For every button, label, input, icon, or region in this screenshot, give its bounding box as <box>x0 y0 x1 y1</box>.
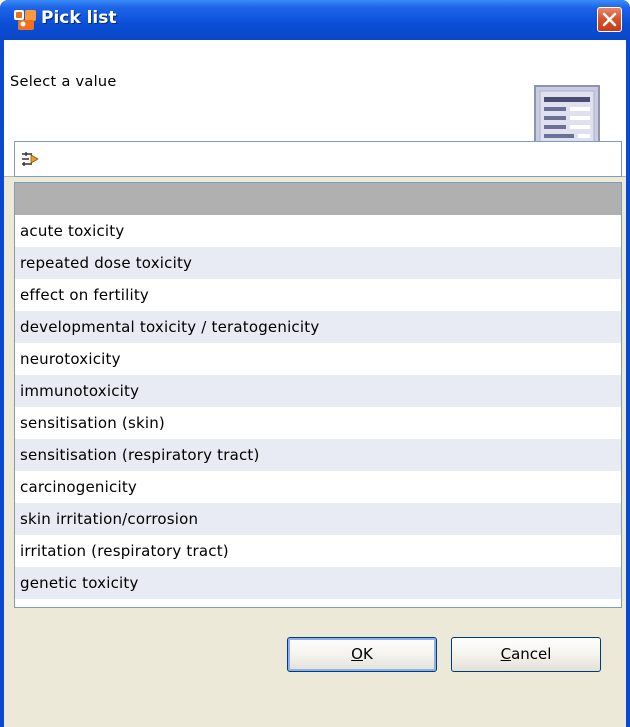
list-item[interactable]: effect on fertility <box>15 279 621 311</box>
pick-list-dialog: Pick list Select a value acute toxicity … <box>0 0 630 727</box>
ok-button[interactable]: OK <box>287 637 437 672</box>
ok-mnemonic: O <box>351 645 363 663</box>
list-item[interactable]: repeated dose toxicity <box>15 247 621 279</box>
close-icon <box>602 12 617 27</box>
list-item[interactable] <box>15 183 621 215</box>
list-item[interactable]: skin irritation/corrosion <box>15 503 621 535</box>
close-button[interactable] <box>597 7 622 32</box>
list-item[interactable]: immunotoxicity <box>15 375 621 407</box>
cancel-label: ancel <box>511 645 552 663</box>
list-item[interactable]: acute toxicity <box>15 215 621 247</box>
ok-label: K <box>362 645 373 663</box>
list-item[interactable]: genetic toxicity <box>15 567 621 599</box>
list-item[interactable]: irritation (respiratory tract) <box>15 535 621 567</box>
cancel-mnemonic: C <box>500 645 512 663</box>
title-bar[interactable]: Pick list <box>0 0 630 40</box>
window-title: Pick list <box>41 8 117 28</box>
header-prompt: Select a value <box>10 74 117 90</box>
list-item[interactable]: neurotoxicity <box>15 343 621 375</box>
list-item[interactable]: sensitisation (respiratory tract) <box>15 439 621 471</box>
list-item[interactable]: carcinogenicity <box>15 471 621 503</box>
value-list[interactable]: acute toxicity repeated dose toxicity effe… <box>14 182 622 608</box>
list-item[interactable]: sensitisation (skin) <box>15 407 621 439</box>
cancel-button[interactable]: Cancel <box>451 637 601 672</box>
filter-options-icon[interactable] <box>21 151 39 167</box>
list-item[interactable]: developmental toxicity / teratogenicity <box>15 311 621 343</box>
filter-bar[interactable] <box>14 141 622 177</box>
app-logo-icon <box>14 10 36 30</box>
